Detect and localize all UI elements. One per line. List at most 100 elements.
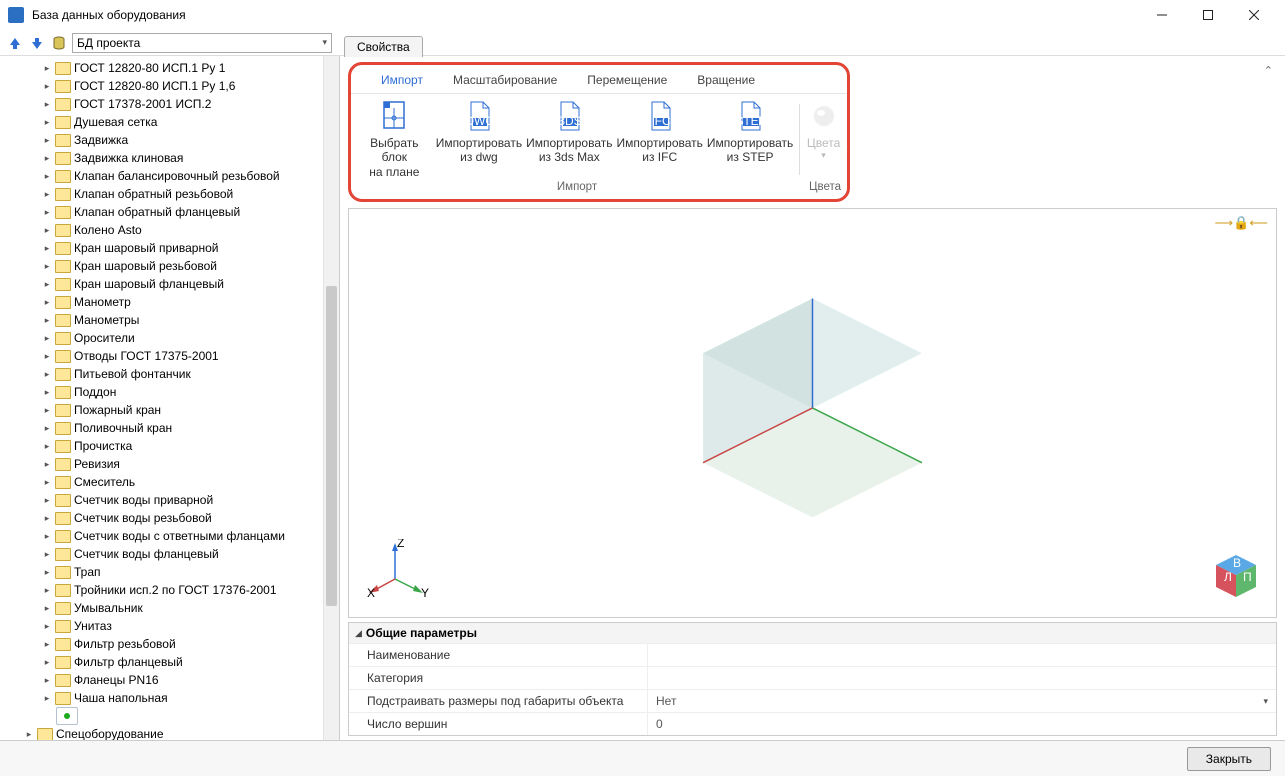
tree-item[interactable]: ▸Тройники исп.2 по ГОСТ 17376-2001 <box>18 581 339 599</box>
property-value[interactable] <box>647 643 1276 666</box>
tree-item[interactable]: ▸Фильтр фланцевый <box>18 653 339 671</box>
expand-icon[interactable]: ▸ <box>42 603 52 614</box>
tree-item[interactable]: ▸ГОСТ 17378-2001 ИСП.2 <box>18 95 339 113</box>
expand-icon[interactable]: ▸ <box>42 387 52 398</box>
import-ifc-button[interactable]: IFC Импортировать из IFC <box>617 100 703 165</box>
tree-item[interactable]: ▸Кран шаровый фланцевый <box>18 275 339 293</box>
ribbon-tab-импорт[interactable]: Импорт <box>375 71 429 89</box>
expand-icon[interactable]: ▸ <box>42 81 52 92</box>
tree-item[interactable]: ▸Питьевой фонтанчик <box>18 365 339 383</box>
tree-item[interactable]: ▸Трап <box>18 563 339 581</box>
ribbon-collapse-icon[interactable]: ⌃ <box>1264 64 1273 77</box>
tree-item[interactable]: ▸Манометр <box>18 293 339 311</box>
expand-icon[interactable]: ▸ <box>42 225 52 236</box>
expand-icon[interactable]: ▸ <box>42 459 52 470</box>
3d-viewport[interactable]: ⟶🔒⟵ Z Y X <box>348 208 1277 618</box>
tree-scrollbar[interactable] <box>323 56 339 740</box>
property-value[interactable]: Нет <box>647 689 1276 712</box>
expand-icon[interactable]: ▸ <box>42 567 52 578</box>
expand-icon[interactable]: ▸ <box>42 675 52 686</box>
expand-icon[interactable]: ▸ <box>42 315 52 326</box>
ribbon-tab-вращение[interactable]: Вращение <box>691 71 761 89</box>
tree-item[interactable]: ▸Поддон <box>18 383 339 401</box>
expand-icon[interactable]: ▸ <box>42 495 52 506</box>
tree-item[interactable]: ▸Душевая сетка <box>18 113 339 131</box>
tree-item[interactable]: ▸Фильтр резьбовой <box>18 635 339 653</box>
import-3ds-button[interactable]: 3DS Импортировать из 3ds Max <box>526 100 612 165</box>
tree-item[interactable]: ▸Задвижка <box>18 131 339 149</box>
close-button[interactable] <box>1231 0 1277 30</box>
property-value[interactable] <box>647 666 1276 689</box>
expand-icon[interactable]: ▸ <box>42 351 52 362</box>
expand-icon[interactable]: ▸ <box>42 423 52 434</box>
view-cube[interactable]: Л П В <box>1210 551 1262 603</box>
ribbon-tab-масштабирование[interactable]: Масштабирование <box>447 71 563 89</box>
tree-item[interactable]: ▸Колено Asto <box>18 221 339 239</box>
expand-icon[interactable]: ▸ <box>42 153 52 164</box>
expand-icon[interactable]: ▸ <box>42 441 52 452</box>
expand-icon[interactable]: ▸ <box>42 117 52 128</box>
tree-item[interactable]: ▸Прочистка <box>18 437 339 455</box>
expand-icon[interactable]: ▸ <box>42 477 52 488</box>
tree-item[interactable]: ▸Счетчик воды приварной <box>18 491 339 509</box>
expand-icon[interactable]: ▸ <box>42 333 52 344</box>
tree-item[interactable]: ▸Смеситель <box>18 473 339 491</box>
tree-item[interactable]: ▸Ревизия <box>18 455 339 473</box>
tree-item[interactable]: ▸ГОСТ 12820-80 ИСП.1 Ру 1,6 <box>18 77 339 95</box>
expand-icon[interactable]: ▸ <box>42 405 52 416</box>
tree-item[interactable]: ▸Клапан балансировочный резьбовой <box>18 167 339 185</box>
tree-item[interactable]: ▸Умывальник <box>18 599 339 617</box>
expand-icon[interactable]: ▸ <box>42 369 52 380</box>
tree-root-item[interactable]: ▸Спецоборудование <box>18 725 339 740</box>
expand-icon[interactable]: ▸ <box>42 585 52 596</box>
properties-header[interactable]: ◢ Общие параметры <box>349 623 1276 643</box>
expand-icon[interactable]: ▸ <box>42 693 52 704</box>
maximize-button[interactable] <box>1185 0 1231 30</box>
expand-icon[interactable]: ▸ <box>42 171 52 182</box>
down-arrow-icon[interactable] <box>28 34 46 52</box>
expand-icon[interactable]: ▸ <box>42 297 52 308</box>
tab-properties[interactable]: Свойства <box>344 36 423 57</box>
up-arrow-icon[interactable] <box>6 34 24 52</box>
tree-item[interactable]: ▸Отводы ГОСТ 17375-2001 <box>18 347 339 365</box>
database-select[interactable]: БД проекта ▾ <box>72 33 332 53</box>
database-icon[interactable] <box>50 34 68 52</box>
tree-item[interactable]: ▸Пожарный кран <box>18 401 339 419</box>
tree-item[interactable]: ▸Чаша напольная <box>18 689 339 707</box>
tree-item[interactable]: ▸Счетчик воды резьбовой <box>18 509 339 527</box>
tree-item[interactable]: ▸Унитаз <box>18 617 339 635</box>
expand-icon[interactable]: ▸ <box>42 279 52 290</box>
tree-item[interactable]: ▸Кран шаровый резьбовой <box>18 257 339 275</box>
tree-item[interactable]: ▸Поливочный кран <box>18 419 339 437</box>
expand-icon[interactable]: ▸ <box>42 207 52 218</box>
expand-icon[interactable]: ▸ <box>42 135 52 146</box>
expand-icon[interactable]: ▸ <box>42 639 52 650</box>
tree-item[interactable]: ▸Оросители <box>18 329 339 347</box>
expand-icon[interactable]: ▸ <box>42 549 52 560</box>
import-step-button[interactable]: STEP Импортировать из STEP <box>707 100 793 165</box>
tree-new-item[interactable] <box>18 707 339 725</box>
ribbon-tab-перемещение[interactable]: Перемещение <box>581 71 673 89</box>
expand-icon[interactable]: ▸ <box>42 63 52 74</box>
expand-icon[interactable]: ▸ <box>42 621 52 632</box>
expand-icon[interactable]: ▸ <box>42 243 52 254</box>
tree-item[interactable]: ▸Задвижка клиновая <box>18 149 339 167</box>
tree-item[interactable]: ▸Счетчик воды с ответными фланцами <box>18 527 339 545</box>
tree-item[interactable]: ▸ГОСТ 12820-80 ИСП.1 Ру 1 <box>18 59 339 77</box>
expand-icon[interactable]: ▸ <box>42 261 52 272</box>
expand-icon[interactable]: ▸ <box>42 657 52 668</box>
tree-item[interactable]: ▸Фланецы PN16 <box>18 671 339 689</box>
tree-item[interactable]: ▸Клапан обратный фланцевый <box>18 203 339 221</box>
tree-item[interactable]: ▸Кран шаровый приварной <box>18 239 339 257</box>
expand-icon[interactable]: ▸ <box>42 99 52 110</box>
expand-icon[interactable]: ▸ <box>42 513 52 524</box>
property-value[interactable]: 0 <box>647 712 1276 735</box>
tree-item[interactable]: ▸Счетчик воды фланцевый <box>18 545 339 563</box>
expand-icon[interactable]: ▸ <box>24 729 34 740</box>
close-dialog-button[interactable]: Закрыть <box>1187 747 1271 771</box>
import-dwg-button[interactable]: DWG Импортировать из dwg <box>436 100 522 165</box>
expand-icon[interactable]: ▸ <box>42 531 52 542</box>
tree-item[interactable]: ▸Манометры <box>18 311 339 329</box>
select-block-button[interactable]: Выбрать блок на плане <box>357 100 432 179</box>
minimize-button[interactable] <box>1139 0 1185 30</box>
